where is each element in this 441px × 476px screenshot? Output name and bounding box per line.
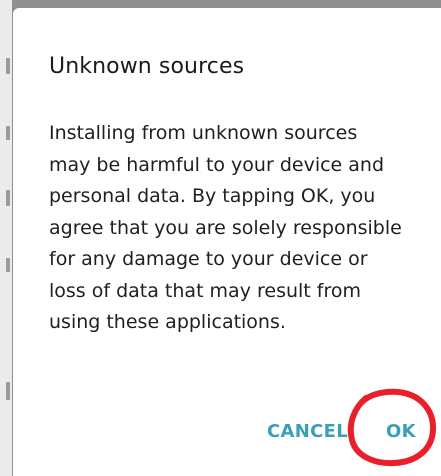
background-marker: [6, 126, 10, 140]
background-marker: [6, 382, 10, 400]
dialog-title: Unknown sources: [49, 54, 245, 79]
background-app-edge: [0, 0, 12, 476]
screen: Unknown sources Installing from unknown …: [0, 0, 441, 476]
ok-button[interactable]: OK: [386, 415, 416, 447]
background-marker: [6, 258, 10, 272]
background-marker: [6, 190, 10, 206]
cancel-button[interactable]: CANCEL: [267, 415, 348, 447]
background-marker: [6, 58, 10, 74]
dialog-message: Installing from unknown sources may be h…: [49, 122, 402, 333]
unknown-sources-dialog: Unknown sources Installing from unknown …: [13, 8, 441, 476]
